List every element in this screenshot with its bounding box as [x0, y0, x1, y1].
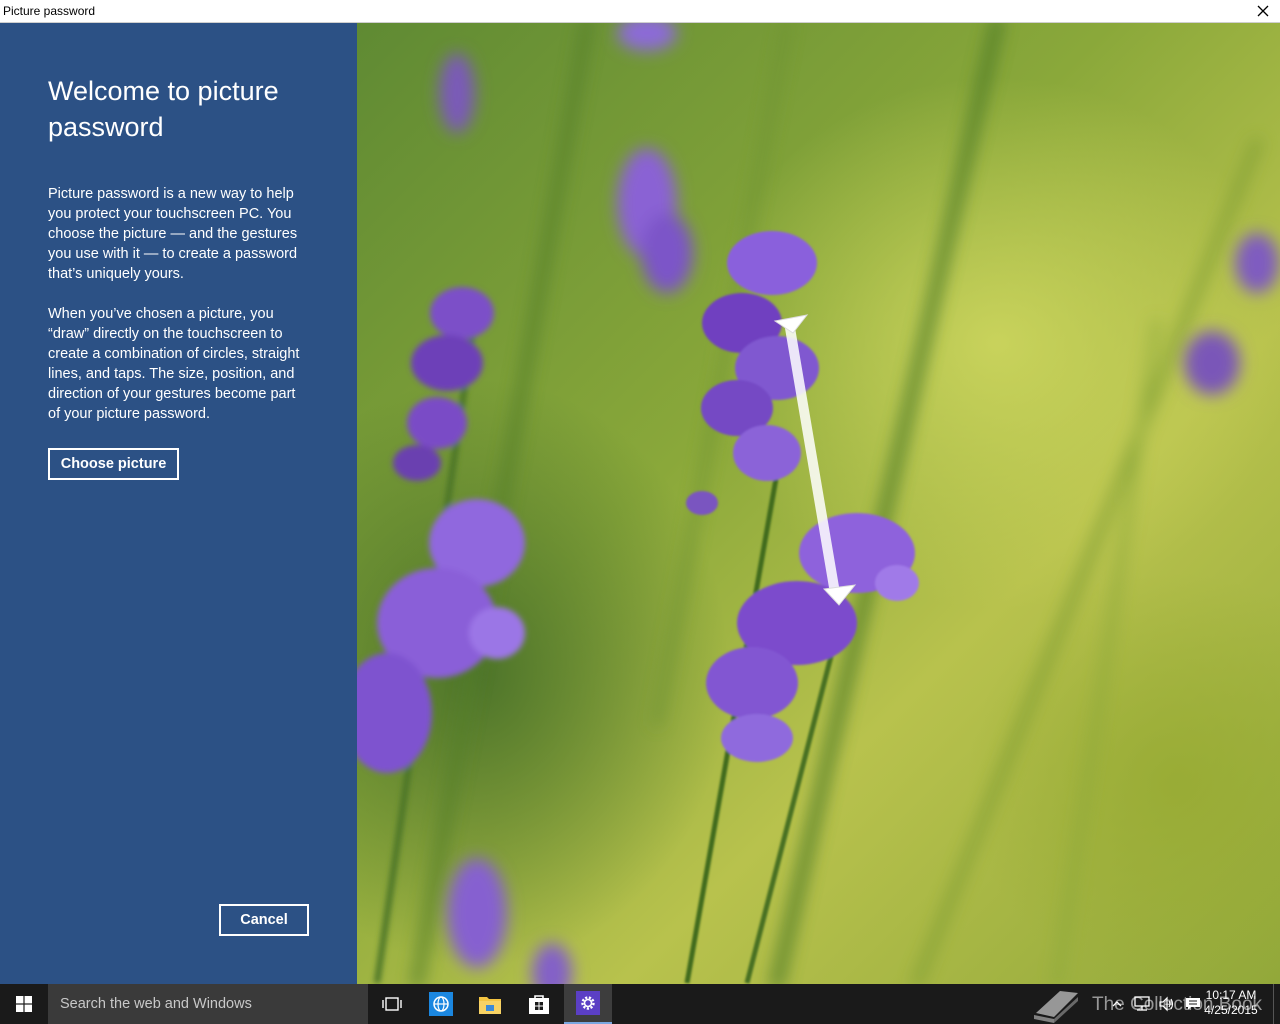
- volume-button[interactable]: [1156, 984, 1178, 1024]
- volume-icon: [1159, 996, 1174, 1012]
- window-title: Picture password: [3, 4, 96, 18]
- clock-time: 10:17 AM: [1205, 988, 1257, 1002]
- search-input[interactable]: [48, 984, 368, 1024]
- taskbar: The Collection Book: [0, 984, 1280, 1024]
- cancel-button[interactable]: Cancel: [219, 904, 309, 936]
- clock-date: 4/25/2015: [1204, 1003, 1258, 1017]
- intro-paragraph: Picture password is a new way to help yo…: [48, 186, 298, 282]
- sample-picture: [357, 23, 1280, 984]
- show-desktop-button[interactable]: [1273, 984, 1280, 1024]
- settings-icon: [576, 991, 600, 1015]
- file-explorer-icon: [479, 997, 501, 1014]
- network-icon: [1134, 996, 1150, 1011]
- file-explorer-button[interactable]: [466, 984, 514, 1024]
- choose-picture-button[interactable]: Choose picture: [48, 448, 179, 480]
- start-button[interactable]: [0, 984, 48, 1024]
- store-icon: [529, 995, 549, 1014]
- instructions-paragraph: When you’ve chosen a picture, you “draw”…: [48, 306, 300, 422]
- store-button[interactable]: [515, 984, 563, 1024]
- info-panel: Welcome to picture password Picture pass…: [0, 23, 357, 984]
- close-icon: [1257, 5, 1269, 17]
- task-view-button[interactable]: [368, 984, 416, 1024]
- taskbar-clock[interactable]: 10:17 AM 4/25/2015: [1196, 988, 1266, 1018]
- picture-password-window: Picture password Welcome to picture pass…: [0, 0, 1280, 1024]
- windows-start-icon: [16, 996, 32, 1012]
- tray-chevron-icon: [1112, 1001, 1122, 1007]
- page-title: Welcome to picture password: [48, 76, 279, 142]
- ie-icon: [429, 992, 453, 1016]
- task-view-icon: [382, 997, 402, 1011]
- ie-button[interactable]: [417, 984, 465, 1024]
- book-logo-icon: [1034, 991, 1078, 1023]
- lavender-illustration: [357, 23, 1279, 984]
- close-button[interactable]: [1246, 0, 1280, 22]
- show-hidden-icons-button[interactable]: [1108, 984, 1126, 1024]
- network-button[interactable]: [1130, 984, 1154, 1024]
- title-bar: Picture password: [0, 0, 1280, 23]
- settings-button[interactable]: [564, 984, 612, 1024]
